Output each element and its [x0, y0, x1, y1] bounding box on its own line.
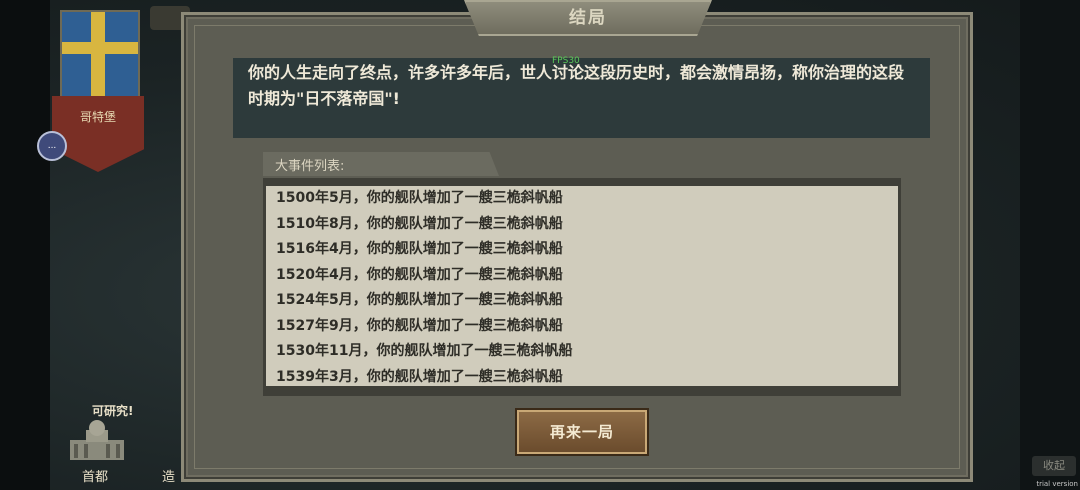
- list-item: 1530年11月，你的舰队增加了一艘三桅斜帆船: [276, 343, 573, 359]
- nav-home-label[interactable]: 首都: [82, 466, 108, 485]
- level-badge-icon[interactable]: ...: [37, 131, 67, 161]
- watermark: trial version: [1036, 480, 1078, 488]
- list-item: 1516年4月，你的舰队增加了一艘三桅斜帆船: [276, 241, 563, 257]
- left-screen-edge: [0, 0, 50, 490]
- dialog-title-tab: 结局: [464, 0, 712, 36]
- list-item: 1510年8月，你的舰队增加了一艘三桅斜帆船: [276, 215, 563, 232]
- dialog-title: 结局: [569, 8, 607, 28]
- list-item: 1524年5月，你的舰队增加了一艘三桅斜帆船: [276, 292, 563, 308]
- nav-build-label[interactable]: 造: [162, 466, 175, 485]
- list-item: 1539年3月，你的舰队增加了一艘三桅斜帆船: [276, 368, 563, 385]
- events-header: 大事件列表:: [275, 159, 345, 174]
- right-screen-edge: [1020, 0, 1080, 490]
- events-list[interactable]: 1500年5月，你的舰队增加了一艘三桅斜帆船 1510年8月，你的舰队增加了一艘…: [266, 186, 898, 386]
- list-item: 1527年9月，你的舰队增加了一艘三桅斜帆船: [276, 317, 563, 334]
- country-name: 哥特堡: [79, 110, 116, 124]
- collapse-button[interactable]: 收起: [1032, 456, 1076, 476]
- list-item: 1520年4月，你的舰队增加了一艘三桅斜帆船: [276, 266, 563, 283]
- events-list-panel[interactable]: 1500年5月，你的舰队增加了一艘三桅斜帆船 1510年8月，你的舰队增加了一艘…: [263, 178, 901, 396]
- country-flag-icon[interactable]: [60, 10, 140, 100]
- list-item: 1500年5月，你的舰队增加了一艘三桅斜帆船: [276, 190, 563, 206]
- restart-button[interactable]: 再来一局: [517, 410, 647, 454]
- research-hint: 可研究!: [92, 404, 134, 418]
- events-header-tab: 大事件列表:: [263, 152, 499, 176]
- capital-building-icon[interactable]: [66, 418, 128, 462]
- ending-message: 你的人生走向了终点，许多许多年后，世人讨论这段历史时，都会激情昂扬，称你治理的这…: [248, 63, 905, 108]
- fps-counter: FPS30: [552, 56, 580, 66]
